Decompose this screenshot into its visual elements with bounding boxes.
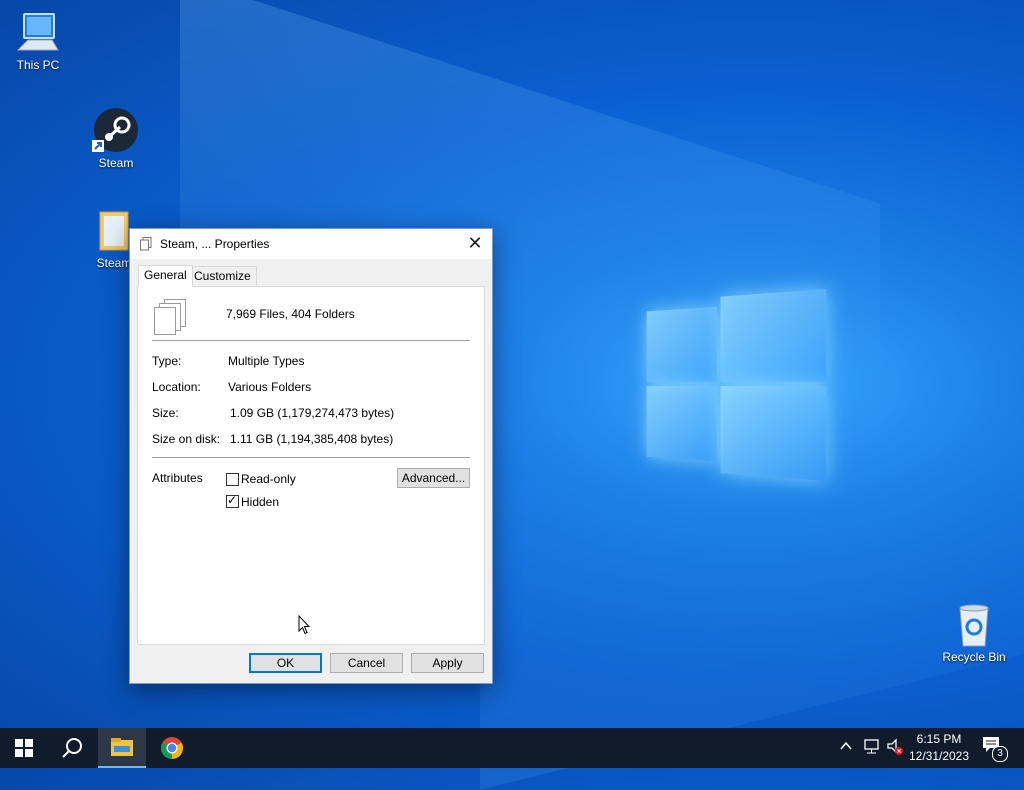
volume-button[interactable] [886, 738, 904, 759]
search-icon [62, 738, 82, 758]
dialog-titlebar[interactable]: Steam, ... Properties ✕ [130, 229, 492, 259]
tab-general[interactable]: General [138, 265, 193, 287]
size-on-disk-label: Size on disk: [152, 432, 221, 446]
attributes-label: Attributes [152, 471, 203, 485]
size-label: Size: [152, 406, 179, 420]
show-hidden-icons-button[interactable] [840, 740, 852, 755]
divider [152, 340, 470, 341]
dialog-title: Steam, ... Properties [160, 237, 270, 251]
type-label: Type: [152, 354, 182, 368]
clock-date[interactable]: 12/31/2023 [906, 749, 972, 763]
steam-icon [92, 108, 140, 154]
location-value: Various Folders [228, 380, 312, 394]
divider [152, 457, 470, 458]
computer-icon [14, 10, 62, 56]
chrome-icon [161, 737, 183, 759]
action-center-button[interactable]: 3 [982, 736, 1008, 762]
desktop-icon-label: This PC [16, 58, 60, 72]
size-value: 1.09 GB (1,179,274,473 bytes) [230, 406, 395, 420]
desktop-icon-steam[interactable]: Steam [78, 108, 154, 170]
taskbar: 6:15 PM 12/31/2023 3 [0, 728, 1024, 768]
cancel-button[interactable]: Cancel [330, 653, 403, 673]
windows-wallpaper-logo [646, 285, 827, 488]
recycle-bin-icon [950, 602, 998, 648]
search-button[interactable] [48, 728, 96, 768]
taskbar-chrome[interactable] [148, 728, 196, 768]
apply-button[interactable]: Apply [411, 653, 484, 673]
files-icon [140, 237, 152, 251]
type-value: Multiple Types [228, 354, 305, 368]
general-tab-panel: 7,969 Files, 404 Folders Type: Multiple … [137, 286, 485, 645]
volume-muted-icon [887, 738, 903, 755]
advanced-button[interactable]: Advanced... [397, 468, 470, 488]
read-only-label[interactable]: Read-only [241, 472, 296, 486]
file-folder-summary: 7,969 Files, 404 Folders [226, 307, 355, 321]
notification-count-badge: 3 [992, 746, 1008, 762]
start-button[interactable] [0, 728, 48, 768]
properties-dialog: Steam, ... Properties ✕ General Customiz… [129, 228, 493, 684]
desktop-icon-this-pc[interactable]: This PC [0, 10, 76, 72]
hidden-checkbox[interactable] [226, 493, 239, 508]
desktop-icon-label: Recycle Bin [942, 650, 1006, 664]
desktop-icon-label: Steam [98, 156, 134, 170]
tab-customize[interactable]: Customize [188, 266, 257, 286]
file-explorer-icon [111, 738, 133, 756]
desktop-icon-recycle-bin[interactable]: Recycle Bin [936, 602, 1012, 664]
ok-button[interactable]: OK [249, 653, 322, 673]
read-only-checkbox[interactable] [226, 473, 239, 486]
hidden-label[interactable]: Hidden [241, 495, 279, 509]
location-label: Location: [152, 380, 201, 394]
close-icon: ✕ [467, 233, 483, 253]
close-button[interactable]: ✕ [458, 229, 492, 259]
multiple-files-icon [154, 299, 186, 335]
network-button[interactable] [862, 739, 880, 758]
size-on-disk-value: 1.11 GB (1,194,385,408 bytes) [230, 432, 394, 446]
clock-time[interactable]: 6:15 PM [906, 732, 972, 746]
chevron-up-icon [840, 741, 852, 750]
windows-start-icon [15, 739, 33, 757]
mouse-cursor-icon [298, 614, 311, 638]
network-icon [864, 739, 879, 754]
taskbar-file-explorer[interactable] [98, 728, 146, 768]
